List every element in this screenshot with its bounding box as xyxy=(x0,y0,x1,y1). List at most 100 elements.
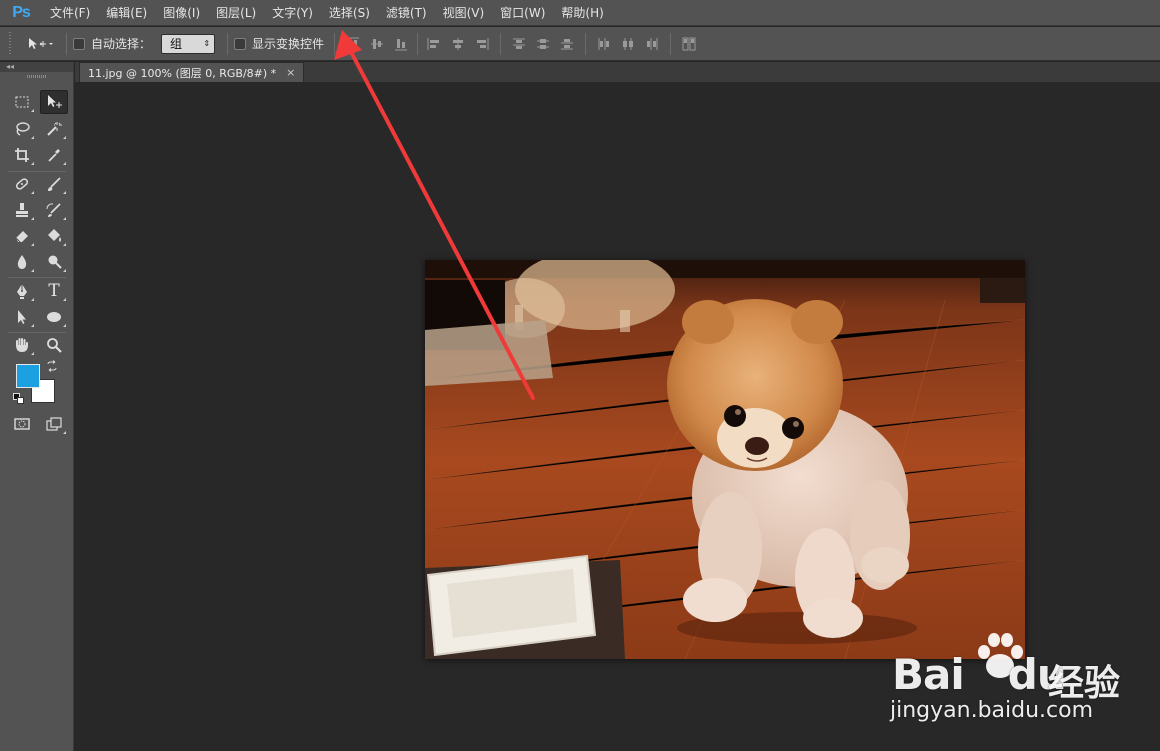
align-right-edges-button[interactable] xyxy=(470,32,494,56)
spot-healing-brush-tool[interactable] xyxy=(8,172,36,196)
distribute-right-edges-button[interactable] xyxy=(640,32,664,56)
history-brush-tool[interactable] xyxy=(40,198,68,222)
move-icon xyxy=(48,95,62,108)
swap-colors-icon[interactable] xyxy=(46,360,58,372)
menu-edit[interactable]: 编辑(E) xyxy=(98,0,155,26)
distribute-top-icon xyxy=(513,38,526,49)
align-vertical-centers-button[interactable] xyxy=(365,32,389,56)
document-tab-title: 11.jpg @ 100% (图层 0, RGB/8#) * xyxy=(88,66,277,80)
move-tool[interactable] xyxy=(40,90,68,114)
auto-select-label: 自动选择： xyxy=(91,37,152,51)
distribute-vertical-centers-button[interactable] xyxy=(531,32,555,56)
crop-tool[interactable] xyxy=(8,143,36,167)
document-image-dog-photo xyxy=(425,260,1025,659)
distribute-left-icon xyxy=(598,37,610,50)
tools-separator xyxy=(8,277,66,278)
tool-preset-picker[interactable] xyxy=(20,32,60,56)
lasso-tool[interactable] xyxy=(8,117,36,141)
menu-layer[interactable]: 图层(L) xyxy=(208,0,264,26)
hand-tool[interactable] xyxy=(8,333,36,357)
options-separator xyxy=(227,32,229,55)
brush-tool[interactable] xyxy=(40,172,68,196)
hand-icon xyxy=(16,338,28,352)
distribute-top-edges-button[interactable] xyxy=(507,32,531,56)
foreground-color-swatch[interactable] xyxy=(16,364,40,388)
distribute-left-edges-button[interactable] xyxy=(592,32,616,56)
options-separator xyxy=(66,32,67,55)
document-tab-bar: 11.jpg @ 100% (图层 0, RGB/8#) * × xyxy=(75,62,1160,82)
distribute-hcenter-icon xyxy=(623,37,634,50)
options-bar-grip[interactable] xyxy=(6,31,14,56)
auto-select-checkbox[interactable] xyxy=(73,37,85,50)
document-tab[interactable]: 11.jpg @ 100% (图层 0, RGB/8#) * × xyxy=(79,62,305,82)
menu-bar: Ps 文件(F) 编辑(E) 图像(I) 图层(L) 文字(Y) 选择(S) 滤… xyxy=(0,0,1160,26)
history-brush-icon xyxy=(46,203,61,217)
pen-tool[interactable] xyxy=(8,279,36,303)
paint-bucket-icon xyxy=(48,229,61,242)
blur-tool[interactable] xyxy=(8,250,36,274)
magic-wand-icon xyxy=(47,122,62,136)
align-bottom-icon xyxy=(395,38,408,50)
align-vcenter-icon xyxy=(371,38,384,49)
eraser-tool[interactable] xyxy=(8,224,36,248)
menu-window[interactable]: 窗口(W) xyxy=(492,0,553,26)
screen-mode-button[interactable] xyxy=(40,412,68,436)
auto-align-layers-button[interactable] xyxy=(677,32,701,56)
show-transform-checkbox[interactable] xyxy=(234,37,247,50)
align-hcenter-icon xyxy=(453,37,464,50)
options-separator xyxy=(334,32,336,55)
move-tool-icon xyxy=(29,37,53,49)
close-tab-icon[interactable]: × xyxy=(286,66,295,79)
menu-type[interactable]: 文字(Y) xyxy=(264,0,321,26)
auto-align-icon xyxy=(682,37,696,50)
type-icon: T xyxy=(48,281,60,301)
paint-bucket-tool[interactable] xyxy=(40,224,68,248)
marquee-icon xyxy=(15,96,29,108)
eyedropper-tool[interactable] xyxy=(40,143,68,167)
path-selection-tool[interactable] xyxy=(8,305,36,329)
align-left-icon xyxy=(427,37,440,50)
distribute-horizontal-centers-button[interactable] xyxy=(616,32,640,56)
droplet-icon xyxy=(17,255,27,269)
dodge-tool[interactable] xyxy=(40,250,68,274)
ellipse-tool[interactable] xyxy=(40,305,68,329)
menu-image[interactable]: 图像(I) xyxy=(155,0,208,26)
align-left-edges-button[interactable] xyxy=(422,32,446,56)
bandage-icon xyxy=(15,178,29,190)
type-tool[interactable]: T xyxy=(40,279,68,303)
tools-panel-grip[interactable] xyxy=(0,72,73,80)
default-colors-icon[interactable] xyxy=(13,393,24,404)
show-transform-label: 显示变换控件 xyxy=(252,37,325,51)
menu-select[interactable]: 选择(S) xyxy=(321,0,378,26)
menu-help[interactable]: 帮助(H) xyxy=(553,0,611,26)
options-bar: 自动选择： 组 ⇕ 显示变换控件 xyxy=(0,27,1160,61)
clone-stamp-tool[interactable] xyxy=(8,198,36,222)
options-separator xyxy=(670,32,672,55)
baidu-wordmark-bai: Bai xyxy=(892,650,965,699)
align-top-edges-button[interactable] xyxy=(341,32,365,56)
quick-mask-icon xyxy=(14,418,30,430)
menu-file[interactable]: 文件(F) xyxy=(42,0,98,26)
tools-panel-collapse[interactable]: ◂◂ xyxy=(0,62,73,72)
screen-mode-icon xyxy=(46,417,62,431)
pen-icon xyxy=(17,284,27,299)
distribute-bottom-edges-button[interactable] xyxy=(555,32,579,56)
dog-photo-illustration xyxy=(425,260,1025,659)
options-separator xyxy=(585,32,587,55)
photoshop-logo: Ps xyxy=(12,3,31,21)
menu-filter[interactable]: 滤镜(T) xyxy=(378,0,435,26)
align-bottom-edges-button[interactable] xyxy=(389,32,413,56)
eraser-icon xyxy=(15,231,28,243)
lasso-icon xyxy=(16,122,30,136)
auto-select-dropdown[interactable]: 组 ⇕ xyxy=(161,33,216,54)
menu-view[interactable]: 视图(V) xyxy=(435,0,493,26)
quick-mask-button[interactable] xyxy=(8,412,36,436)
rectangular-marquee-tool[interactable] xyxy=(8,90,36,114)
baidu-wordmark: Bai du xyxy=(892,650,1067,699)
distribute-bottom-icon xyxy=(561,38,574,49)
photoshop-window: Ps 文件(F) 编辑(E) 图像(I) 图层(L) 文字(Y) 选择(S) 滤… xyxy=(0,0,1160,751)
zoom-tool[interactable] xyxy=(40,333,68,357)
magic-wand-tool[interactable] xyxy=(40,117,68,141)
align-horizontal-centers-button[interactable] xyxy=(446,32,470,56)
dodge-icon xyxy=(48,255,62,269)
